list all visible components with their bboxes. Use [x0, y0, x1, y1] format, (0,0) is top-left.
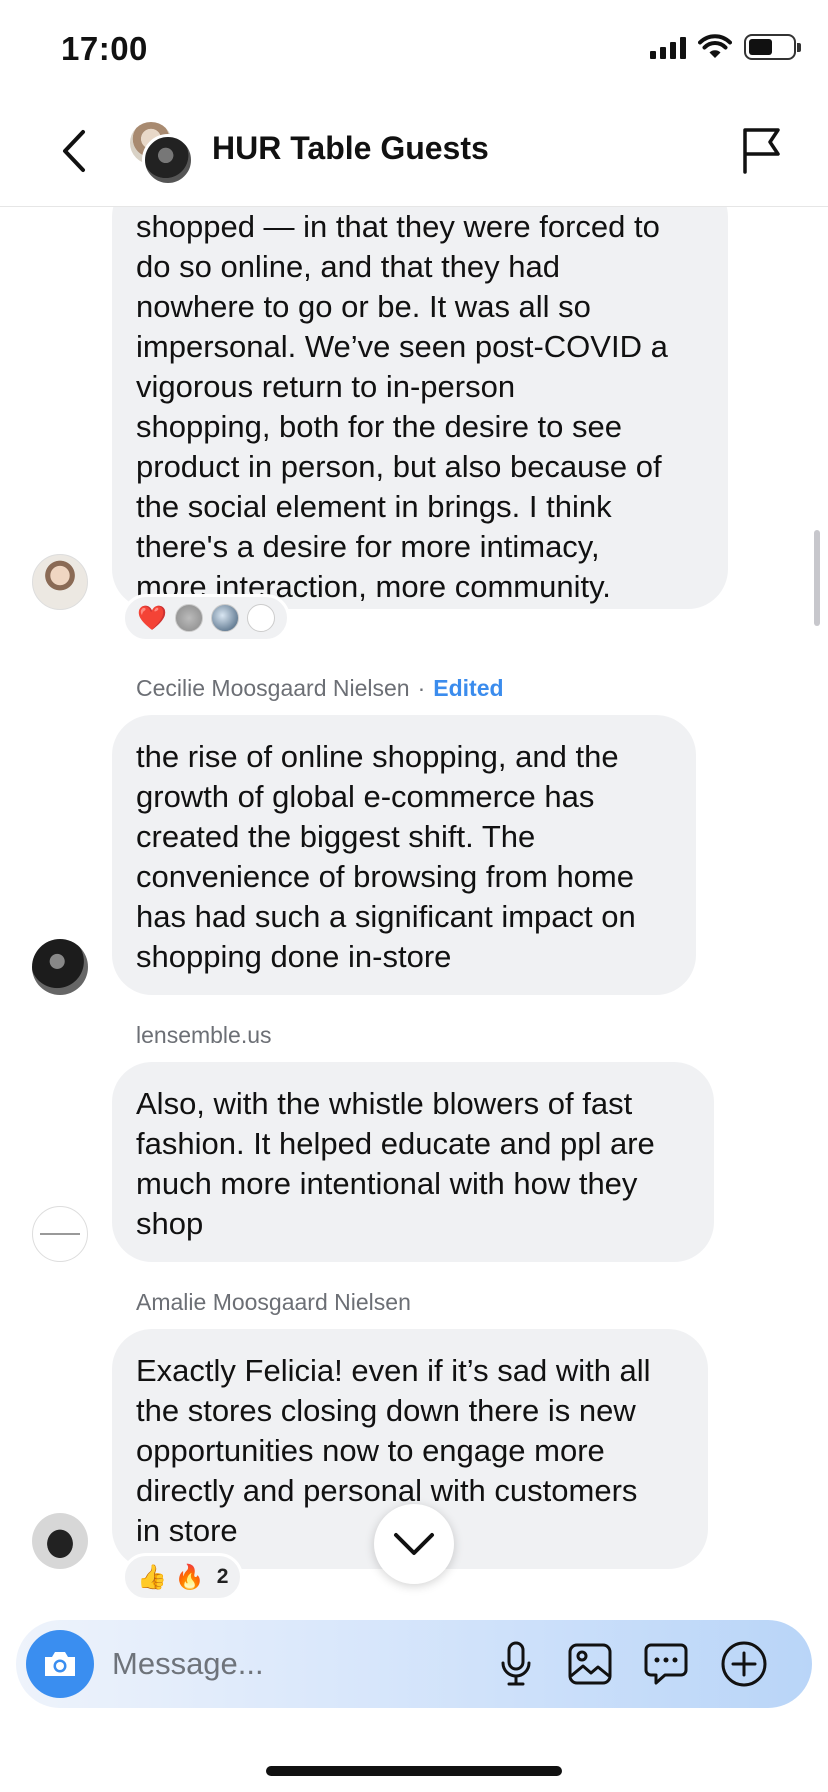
chevron-left-icon	[63, 130, 85, 172]
message-line: shop	[136, 1206, 204, 1241]
avatar[interactable]	[32, 939, 88, 995]
report-button[interactable]	[740, 126, 786, 176]
reactor-avatar	[246, 604, 275, 632]
message-line: Exactly Felicia! even if it’s sad with a…	[136, 1353, 651, 1388]
avatar	[142, 134, 194, 186]
camera-icon	[45, 1652, 75, 1676]
message-input[interactable]	[112, 1642, 472, 1686]
sticker-button[interactable]	[640, 1638, 692, 1690]
reaction-bar[interactable]: 👍 🔥 2	[122, 1553, 244, 1601]
flag-icon	[743, 128, 780, 174]
reactor-avatar	[210, 604, 239, 632]
message-line: shopping, both for the desire to see	[136, 409, 622, 444]
plus-circle-icon	[721, 1641, 767, 1687]
message-line: vigorous return to in-person	[136, 369, 516, 404]
message-line: there's a desire for more intimacy,	[136, 529, 600, 564]
chat-bubble-icon	[644, 1643, 688, 1685]
message-line: shopping done in-store	[136, 939, 452, 974]
sender-name: lensemble.us	[136, 1022, 272, 1048]
message-bubble[interactable]: Also, with the whistle blowers of fast f…	[112, 1062, 714, 1262]
battery-icon	[744, 34, 801, 60]
message-line: shopped — in that they were forced to	[136, 209, 660, 244]
chat-title[interactable]: HUR Table Guests	[212, 130, 489, 167]
home-indicator[interactable]	[266, 1766, 562, 1776]
message-line: product in person, but also because of	[136, 449, 662, 484]
scrollbar[interactable]	[814, 530, 820, 626]
add-button[interactable]	[718, 1638, 770, 1690]
message-line: created the biggest shift. The	[136, 819, 536, 854]
avatar[interactable]	[32, 1513, 88, 1569]
camera-button[interactable]	[26, 1630, 94, 1698]
status-time: 17:00	[61, 30, 148, 67]
message-line: fashion. It helped educate and ppl are	[136, 1126, 655, 1161]
message-line: convenience of browsing from home	[136, 859, 634, 894]
reaction-bar[interactable]: ❤️	[122, 594, 290, 642]
message-composer	[16, 1620, 812, 1708]
status-icons	[650, 34, 801, 60]
group-avatar[interactable]	[126, 118, 196, 188]
message-line: growth of global e-commerce has	[136, 779, 595, 814]
avatar[interactable]	[32, 1206, 88, 1262]
message-bubble[interactable]: the rise of online shopping, and the gro…	[112, 715, 696, 995]
wifi-icon	[698, 34, 732, 58]
chat-header: HUR Table Guests	[0, 100, 828, 207]
message-line: has had such a significant impact on	[136, 899, 636, 934]
edited-label: Edited	[433, 675, 504, 701]
message-bubble[interactable]: shopped — in that they were forced to do…	[112, 207, 728, 609]
brand-logo-icon	[40, 1233, 80, 1235]
status-bar: 17:00	[0, 0, 828, 100]
gallery-button[interactable]	[564, 1638, 616, 1690]
message-line: Also, with the whistle blowers of fast	[136, 1086, 633, 1121]
cellular-signal-icon	[650, 35, 686, 59]
message-line: the social element in brings. I think	[136, 489, 612, 524]
message-list[interactable]: shopped — in that they were forced to do…	[0, 207, 828, 1620]
microphone-button[interactable]	[490, 1638, 542, 1690]
jump-to-latest-button[interactable]	[374, 1504, 454, 1584]
microphone-icon	[501, 1641, 531, 1686]
avatar[interactable]	[32, 554, 88, 610]
heart-reaction: ❤️	[137, 604, 167, 632]
reaction-count: 2	[216, 1565, 229, 1588]
reactor-avatar	[174, 604, 203, 632]
sender-name: Cecilie Moosgaard Nielsen · Edited	[136, 675, 504, 701]
back-button[interactable]	[52, 125, 96, 177]
fire-reaction: 🔥	[174, 1563, 205, 1591]
message-line: opportunities now to engage more	[136, 1433, 605, 1468]
message-line: the stores closing down there is new	[136, 1393, 636, 1428]
message-line: much more intentional with how they	[136, 1166, 638, 1201]
message-line: nowhere to go or be. It was all so	[136, 289, 591, 324]
message-line: impersonal. We’ve seen post-COVID a	[136, 329, 668, 364]
chat-screen: 17:00 HUR Table Guests shopped — in that…	[0, 0, 828, 1792]
sender-name: Amalie Moosgaard Nielsen	[136, 1289, 411, 1315]
message-line: do so online, and that they had	[136, 249, 560, 284]
thumbs-up-reaction: 👍	[137, 1563, 167, 1591]
message-line: the rise of online shopping, and the	[136, 739, 619, 774]
image-icon	[568, 1643, 612, 1685]
chevron-down-icon	[394, 1533, 434, 1555]
